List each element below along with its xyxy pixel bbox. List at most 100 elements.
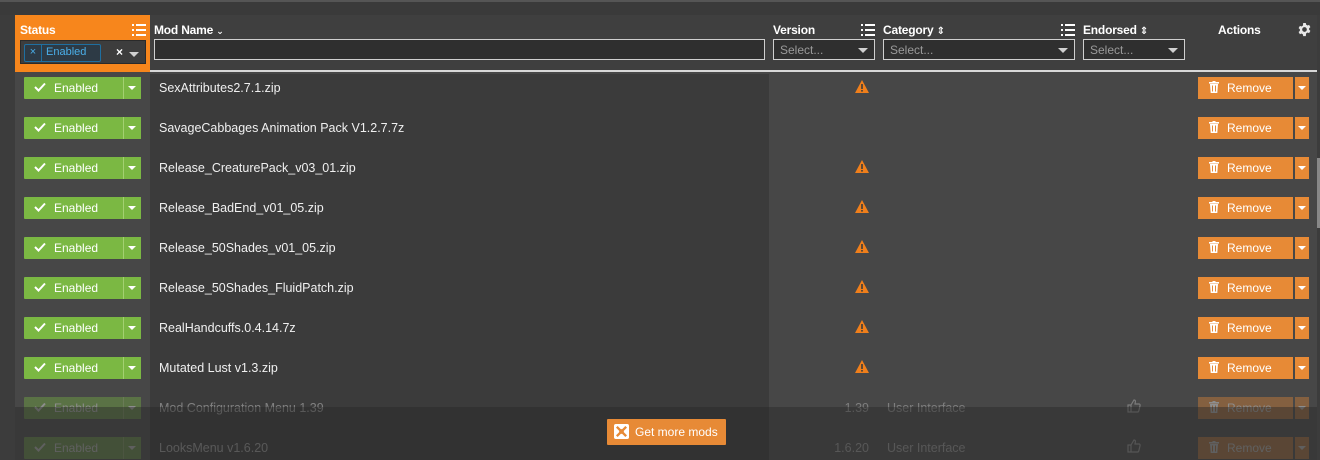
remove-button[interactable]: Remove bbox=[1198, 157, 1293, 179]
table-row[interactable]: Enabled Release_50Shades_v01_05.zip Remo… bbox=[15, 224, 1317, 264]
enabled-label: Enabled bbox=[54, 161, 99, 175]
enabled-label: Enabled bbox=[54, 81, 99, 95]
enabled-dropdown-button[interactable] bbox=[123, 237, 141, 259]
status-filter-select[interactable]: × Enabled × bbox=[20, 40, 146, 64]
remove-label: Remove bbox=[1227, 281, 1272, 295]
category-filter-select[interactable]: Select... bbox=[883, 39, 1075, 60]
chevron-down-icon bbox=[128, 326, 136, 330]
remove-label: Remove bbox=[1227, 161, 1272, 175]
table-row[interactable]: Enabled Mutated Lust v1.3.zip Remove bbox=[15, 344, 1317, 384]
list-icon[interactable] bbox=[1061, 24, 1075, 36]
warning-icon[interactable] bbox=[855, 240, 869, 256]
mod-name-header-label[interactable]: Mod Name ⌄ bbox=[154, 23, 224, 37]
mod-name: SexAttributes2.7.1.zip bbox=[159, 81, 281, 95]
enabled-label: Enabled bbox=[54, 201, 99, 215]
warning-icon[interactable] bbox=[855, 160, 869, 176]
endorsed-header-label[interactable]: Endorsed ⇕ bbox=[1083, 23, 1148, 37]
chevron-down-icon bbox=[1298, 86, 1306, 90]
enabled-label: Enabled bbox=[54, 361, 99, 375]
gear-icon[interactable] bbox=[1297, 22, 1312, 40]
remove-dropdown-button[interactable] bbox=[1295, 197, 1309, 219]
enabled-dropdown-button[interactable] bbox=[123, 357, 141, 379]
check-icon bbox=[34, 81, 46, 95]
list-icon[interactable] bbox=[861, 24, 875, 36]
sort-icon[interactable]: ⇕ bbox=[1140, 26, 1148, 37]
chevron-down-icon bbox=[128, 286, 136, 290]
chip-remove-icon[interactable]: × bbox=[25, 45, 42, 61]
table-row[interactable]: Enabled SavageCabbages Animation Pack V1… bbox=[15, 104, 1317, 144]
list-icon[interactable] bbox=[132, 24, 146, 36]
chevron-down-icon bbox=[1298, 166, 1306, 170]
category-select-placeholder: Select... bbox=[890, 43, 934, 57]
warning-icon[interactable] bbox=[855, 280, 869, 296]
version-header-label[interactable]: Version bbox=[773, 23, 815, 37]
remove-button[interactable]: Remove bbox=[1198, 237, 1293, 259]
chevron-down-icon[interactable] bbox=[129, 52, 139, 57]
version-filter-select[interactable]: Select... bbox=[773, 39, 875, 60]
remove-dropdown-button[interactable] bbox=[1295, 277, 1309, 299]
check-icon bbox=[34, 201, 46, 215]
status-filter-chip[interactable]: × Enabled bbox=[24, 44, 101, 62]
warning-icon[interactable] bbox=[855, 80, 869, 96]
enabled-dropdown-button[interactable] bbox=[123, 77, 141, 99]
check-icon bbox=[34, 321, 46, 335]
enabled-toggle-button[interactable]: Enabled bbox=[24, 317, 124, 339]
remove-button[interactable]: Remove bbox=[1198, 317, 1293, 339]
remove-label: Remove bbox=[1227, 321, 1272, 335]
enabled-label: Enabled bbox=[54, 241, 99, 255]
remove-dropdown-button[interactable] bbox=[1295, 317, 1309, 339]
chevron-down-icon bbox=[128, 206, 136, 210]
enabled-dropdown-button[interactable] bbox=[123, 317, 141, 339]
check-icon bbox=[34, 161, 46, 175]
warning-icon[interactable] bbox=[855, 320, 869, 336]
enabled-dropdown-button[interactable] bbox=[123, 197, 141, 219]
sort-chevron-icon[interactable]: ⌄ bbox=[216, 26, 224, 36]
chevron-down-icon bbox=[1298, 286, 1306, 290]
table-row[interactable]: Enabled Release_CreaturePack_v03_01.zip … bbox=[15, 144, 1317, 184]
enabled-toggle-button[interactable]: Enabled bbox=[24, 357, 124, 379]
enabled-dropdown-button[interactable] bbox=[123, 277, 141, 299]
remove-dropdown-button[interactable] bbox=[1295, 77, 1309, 99]
enabled-toggle-button[interactable]: Enabled bbox=[24, 277, 124, 299]
chevron-down-icon bbox=[1298, 126, 1306, 130]
remove-button[interactable]: Remove bbox=[1198, 277, 1293, 299]
enabled-dropdown-button[interactable] bbox=[123, 157, 141, 179]
remove-button[interactable]: Remove bbox=[1198, 197, 1293, 219]
remove-dropdown-button[interactable] bbox=[1295, 237, 1309, 259]
chevron-down-icon bbox=[128, 166, 136, 170]
chevron-down-icon bbox=[1168, 48, 1178, 53]
table-row[interactable]: Enabled Release_50Shades_FluidPatch.zip … bbox=[15, 264, 1317, 304]
check-icon bbox=[34, 281, 46, 295]
remove-button[interactable]: Remove bbox=[1198, 117, 1293, 139]
table-row[interactable]: Enabled RealHandcuffs.0.4.14.7z Remove bbox=[15, 304, 1317, 344]
get-more-mods-button[interactable]: Get more mods bbox=[607, 419, 726, 445]
enabled-label: Enabled bbox=[54, 121, 99, 135]
table-row[interactable]: Enabled SexAttributes2.7.1.zip Remove bbox=[15, 64, 1317, 104]
enabled-toggle-button[interactable]: Enabled bbox=[24, 117, 124, 139]
enabled-toggle-button[interactable]: Enabled bbox=[24, 197, 124, 219]
mod-name-filter-input[interactable] bbox=[154, 39, 765, 60]
remove-button[interactable]: Remove bbox=[1198, 77, 1293, 99]
category-header-label[interactable]: Category ⇕ bbox=[883, 23, 945, 37]
enabled-toggle-button[interactable]: Enabled bbox=[24, 77, 124, 99]
enabled-dropdown-button[interactable] bbox=[123, 117, 141, 139]
chevron-down-icon bbox=[128, 86, 136, 90]
endorsed-select-placeholder: Select... bbox=[1090, 43, 1134, 57]
sort-icon[interactable]: ⇕ bbox=[937, 26, 945, 37]
warning-icon[interactable] bbox=[855, 200, 869, 216]
mod-name: Release_50Shades_FluidPatch.zip bbox=[159, 281, 354, 295]
remove-label: Remove bbox=[1227, 241, 1272, 255]
table-row[interactable]: Enabled Release_BadEnd_v01_05.zip Remove bbox=[15, 184, 1317, 224]
remove-button[interactable]: Remove bbox=[1198, 357, 1293, 379]
trash-icon bbox=[1209, 161, 1219, 176]
enabled-toggle-button[interactable]: Enabled bbox=[24, 157, 124, 179]
remove-dropdown-button[interactable] bbox=[1295, 157, 1309, 179]
window-top-strip bbox=[0, 0, 1320, 15]
enabled-toggle-button[interactable]: Enabled bbox=[24, 237, 124, 259]
endorsed-filter-select[interactable]: Select... bbox=[1083, 39, 1185, 60]
warning-icon[interactable] bbox=[855, 360, 869, 376]
clear-filter-icon[interactable]: × bbox=[116, 45, 123, 59]
check-icon bbox=[34, 361, 46, 375]
remove-dropdown-button[interactable] bbox=[1295, 357, 1309, 379]
remove-dropdown-button[interactable] bbox=[1295, 117, 1309, 139]
